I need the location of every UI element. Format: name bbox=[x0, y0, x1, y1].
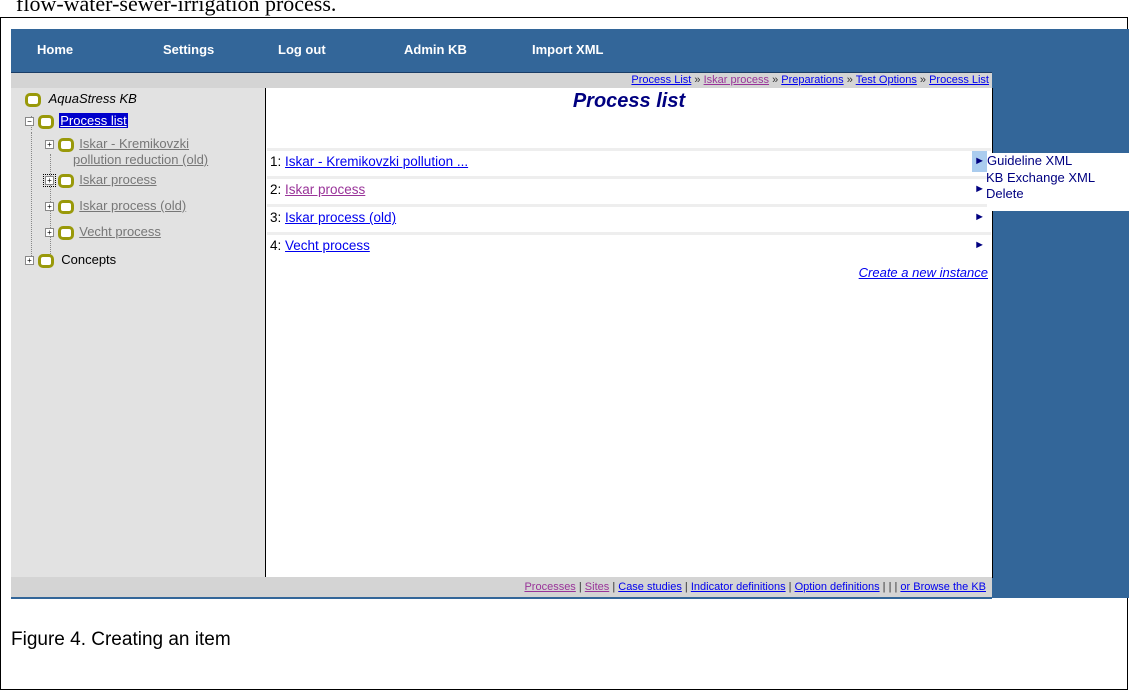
nav-import-xml[interactable]: Import XML bbox=[532, 42, 604, 57]
row-number: 1: bbox=[270, 154, 282, 169]
tree-root-label: AquaStress KB bbox=[48, 91, 137, 106]
footer-sep: | bbox=[578, 581, 582, 593]
table-row: 4: Vecht process ► bbox=[267, 232, 991, 256]
page-title: Process list bbox=[572, 90, 686, 112]
expand-icon[interactable]: + bbox=[43, 174, 56, 188]
nav-settings[interactable]: Settings bbox=[163, 42, 214, 57]
breadcrumb-test-options[interactable]: Test Options bbox=[856, 74, 917, 86]
tree-item-concepts-label[interactable]: Concepts bbox=[61, 252, 116, 267]
table-row: 1: Iskar - Kremikovzki pollution ... ► bbox=[267, 148, 991, 172]
tree-item-concepts[interactable]: + Concepts bbox=[25, 252, 116, 268]
nav-admin-kb[interactable]: Admin KB bbox=[404, 42, 467, 57]
breadcrumb-sep: » bbox=[919, 74, 927, 86]
footer-sep: | bbox=[788, 581, 792, 593]
breadcrumb-sep: » bbox=[772, 74, 779, 86]
tree-item-process-list-label[interactable]: Process list bbox=[59, 113, 128, 128]
footer-link-sites[interactable]: Sites bbox=[585, 581, 609, 593]
node-ring-icon bbox=[57, 199, 74, 214]
row-menu-arrow-icon[interactable]: ► bbox=[974, 179, 985, 200]
app-window: Home Settings Log out Admin KB Import XM… bbox=[11, 29, 1129, 599]
tree-root: AquaStress KB bbox=[25, 91, 137, 107]
menu-item-kb-exchange-xml[interactable]: KB Exchange XML bbox=[986, 170, 1095, 185]
tree-item-vecht-process[interactable]: + Vecht process bbox=[45, 224, 161, 240]
document-top-text: flow-water-sewer-irrigation process. bbox=[16, 0, 337, 16]
breadcrumb-process-list-current[interactable]: Process List bbox=[929, 74, 989, 86]
tree-item-process-list[interactable]: − Process list bbox=[25, 113, 128, 129]
expand-icon[interactable]: + bbox=[45, 228, 54, 238]
footer-triple-sep: | | | bbox=[882, 581, 898, 593]
expand-icon[interactable]: + bbox=[45, 140, 54, 150]
node-ring-icon bbox=[37, 253, 54, 268]
footer-bar: Processes | Sites | Case studies | Indic… bbox=[11, 577, 992, 599]
row-menu-arrow-icon[interactable]: ► bbox=[974, 207, 985, 228]
breadcrumb-sep: » bbox=[846, 74, 853, 86]
create-instance-link[interactable]: Create a new instance bbox=[859, 265, 988, 280]
breadcrumb-preparations[interactable]: Preparations bbox=[781, 74, 843, 86]
footer-link-browse-kb[interactable]: or Browse the KB bbox=[900, 581, 986, 593]
node-ring-icon bbox=[57, 225, 74, 240]
breadcrumb: Process List » Iskar process » Preparati… bbox=[11, 73, 992, 88]
node-ring-icon bbox=[25, 92, 41, 107]
node-ring-icon bbox=[37, 114, 54, 129]
row-link[interactable]: Iskar process (old) bbox=[285, 210, 396, 225]
menu-item-delete[interactable]: Delete bbox=[986, 186, 1024, 201]
tree-item-iskar-process-old[interactable]: + Iskar process (old) bbox=[45, 198, 186, 214]
main-content: Process list 1: Iskar - Kremikovzki poll… bbox=[266, 88, 993, 578]
node-ring-icon bbox=[57, 173, 74, 188]
row-menu-arrow-icon[interactable]: ► bbox=[974, 235, 985, 256]
menu-item-guideline-xml[interactable]: Guideline XML bbox=[987, 153, 1072, 168]
tree-sidebar: AquaStress KB − Process list + Iskar - K… bbox=[11, 88, 266, 578]
breadcrumb-process-list[interactable]: Process List bbox=[631, 74, 691, 86]
tree-item-iskar-process[interactable]: + Iskar process bbox=[43, 172, 157, 188]
collapse-icon[interactable]: − bbox=[25, 117, 34, 127]
row-number: 3: bbox=[270, 210, 282, 225]
footer-link-option-definitions[interactable]: Option definitions bbox=[795, 581, 880, 593]
row-link[interactable]: Iskar - Kremikovzki pollution ... bbox=[285, 154, 468, 169]
row-number: 4: bbox=[270, 238, 282, 253]
tree-item-label[interactable]: Iskar process bbox=[79, 172, 156, 187]
nav-home[interactable]: Home bbox=[37, 42, 73, 57]
table-row: 3: Iskar process (old) ► bbox=[267, 204, 991, 228]
right-blue-panel bbox=[992, 29, 1129, 598]
breadcrumb-sep: » bbox=[694, 74, 701, 86]
breadcrumb-iskar-process[interactable]: Iskar process bbox=[704, 74, 769, 86]
table-row: 2: Iskar process ► bbox=[267, 176, 991, 200]
tree-connector bbox=[31, 132, 32, 264]
expand-icon[interactable]: + bbox=[25, 256, 34, 266]
tree-item-label[interactable]: pollution reduction (old) bbox=[73, 152, 208, 167]
figure-caption: Figure 4. Creating an item bbox=[11, 629, 231, 650]
footer-sep: | bbox=[684, 581, 688, 593]
nav-logout[interactable]: Log out bbox=[278, 42, 326, 57]
footer-link-indicator-definitions[interactable]: Indicator definitions bbox=[691, 581, 786, 593]
footer-link-processes[interactable]: Processes bbox=[524, 581, 575, 593]
tree-item-label[interactable]: Iskar - Kremikovzki bbox=[79, 136, 189, 151]
row-link[interactable]: Iskar process bbox=[285, 182, 365, 197]
row-number: 2: bbox=[270, 182, 282, 197]
tree-item-iskar-kremikovzki-line2[interactable]: pollution reduction (old) bbox=[73, 152, 208, 167]
top-nav-bar: Home Settings Log out Admin KB Import XM… bbox=[11, 29, 992, 73]
context-menu: Guideline XML KB Exchange XML Delete bbox=[986, 153, 1129, 211]
expand-icon[interactable]: + bbox=[45, 202, 54, 212]
tree-item-iskar-kremikovzki[interactable]: + Iskar - Kremikovzki bbox=[45, 136, 189, 152]
footer-sep: | bbox=[612, 581, 616, 593]
row-link[interactable]: Vecht process bbox=[285, 238, 370, 253]
footer-link-case-studies[interactable]: Case studies bbox=[618, 581, 682, 593]
tree-item-label[interactable]: Vecht process bbox=[79, 224, 161, 239]
node-ring-icon bbox=[57, 137, 74, 152]
tree-item-label[interactable]: Iskar process (old) bbox=[79, 198, 186, 213]
row-menu-arrow-icon[interactable]: ► bbox=[972, 151, 987, 172]
